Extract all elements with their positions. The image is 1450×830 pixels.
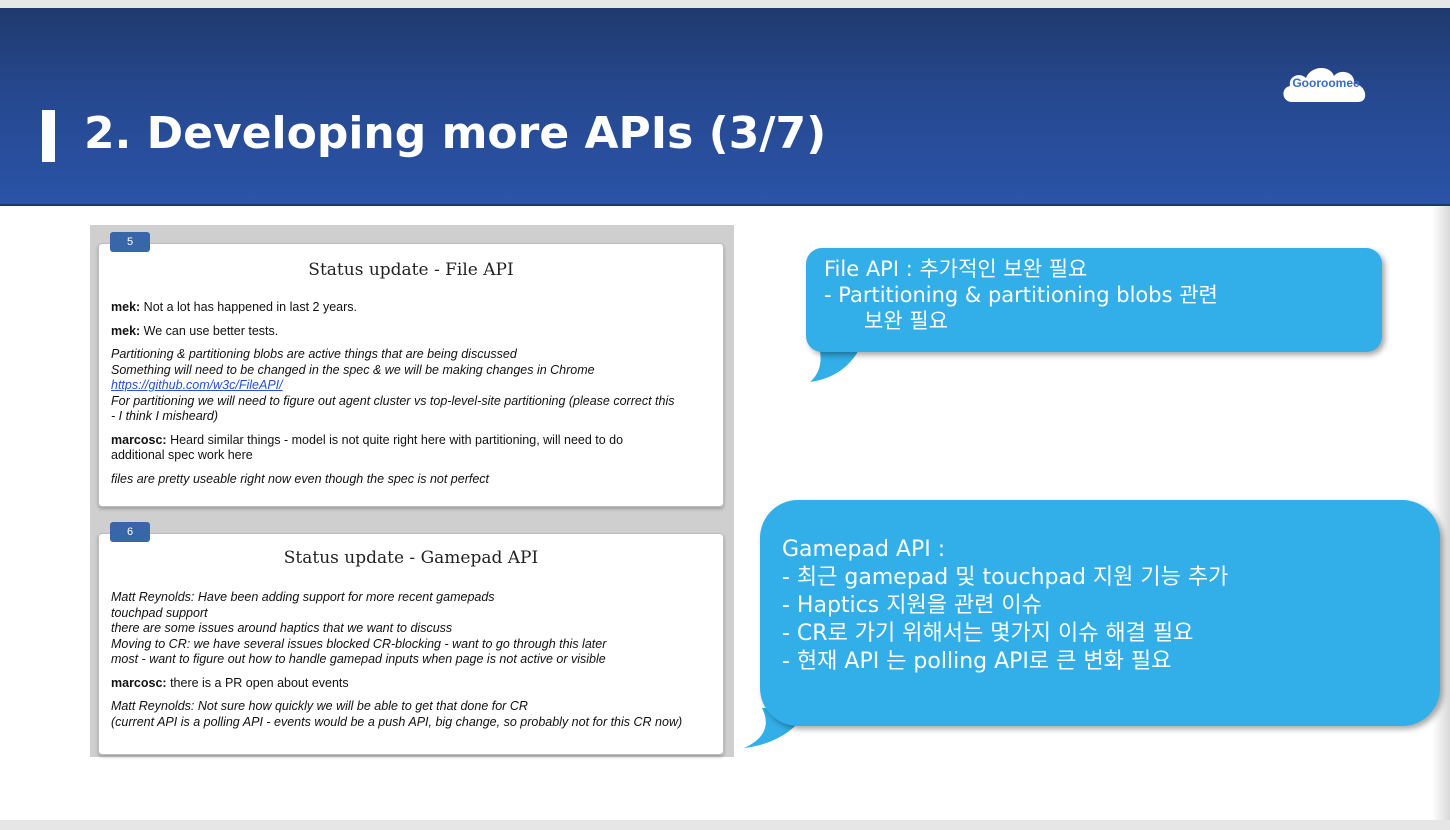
screenshot-panel: Status update - File API mek: Not a lot … [90,225,734,757]
note-block: Matt Reynolds: Have been adding support … [111,590,715,668]
note-text: For partitioning we will need to figure … [111,393,675,408]
card-title: Status update - Gamepad API [283,548,539,568]
speaker-name: marcosc: [111,432,167,447]
note-text: Partitioning & partitioning blobs are ac… [111,347,517,361]
slide-number-badge: 5 [110,232,150,252]
gooroomee-logo: Gooroomee [1278,58,1374,108]
bubble-item: - CR로 가기 위해서는 몇가지 이슈 해결 필요 [782,621,1194,646]
note-text: Not a lot has happened in last 2 years. [140,300,357,314]
note-line: marcosc: Heard similar things - model is… [111,433,715,464]
bubble-heading: Gamepad API : [782,537,946,562]
slide-title: 2. Developing more APIs (3/7) [84,108,827,159]
slide: 2. Developing more APIs (3/7) Gooroomee … [0,8,1450,820]
note-text: Matt Reynolds: Not sure how quickly we w… [111,699,528,713]
bubble-item: - Haptics 지원을 관련 이슈 [782,593,1042,618]
note-line: mek: We can use better tests. [111,324,715,340]
status-card-gamepad-api: Status update - Gamepad API Matt Reynold… [98,533,724,755]
speaker-name: mek: [111,300,141,314]
speech-bubble-file-api: File API : 추가적인 보완 필요 - Partitioning & p… [806,248,1382,352]
note-line: mek: Not a lot has happened in last 2 ye… [111,300,715,316]
bubble-item: - Partitioning & partitioning blobs 관련 [824,283,1218,307]
title-accent-bar [42,110,55,162]
bubble-item: - 최근 gamepad 및 touchpad 지원 기능 추가 [782,565,1229,590]
note-text: Heard similar things - model is not quit… [166,432,624,447]
note-block: Partitioning & partitioning blobs are ac… [111,347,715,425]
speaker-name: mek: [111,323,141,338]
note-text: We can use better tests. [140,323,279,338]
speaker-name: marcosc: [111,675,167,690]
page-edge-shadow [1432,206,1450,820]
note-text: there is a PR open about events [166,675,349,690]
note-text: (current API is a polling API - events w… [111,714,683,729]
card-body: mek: Not a lot has happened in last 2 ye… [111,300,715,495]
card-body: Matt Reynolds: Have been adding support … [111,590,715,738]
logo-text: Gooroomee [1292,76,1360,90]
note-text: there are some issues around haptics tha… [111,621,453,635]
note-text: Something will need to be changed in the… [111,362,595,377]
note-text: Moving to CR: we have several issues blo… [111,636,607,651]
note-text: - I think I misheard) [111,409,218,423]
note-text: files are pretty useable right now even … [111,471,490,486]
bubble-heading: File API : 추가적인 보완 필요 [824,257,1088,281]
note-text: touchpad support [111,605,208,620]
note-text: Matt Reynolds: Have been adding support … [111,590,495,604]
speech-bubble-gamepad-api: Gamepad API : - 최근 gamepad 및 touchpad 지원… [760,500,1440,726]
note-block: Matt Reynolds: Not sure how quickly we w… [111,699,715,730]
note-text: most - want to figure out how to handle … [111,652,606,666]
fileapi-link[interactable]: https://github.com/w3c/FileAPI/ [111,378,283,392]
bubble-item: - 현재 API 는 polling API로 큰 변화 필요 [782,649,1172,674]
bubble-item: 보완 필요 [864,309,948,333]
status-card-file-api: Status update - File API mek: Not a lot … [98,243,724,507]
note-line: marcosc: there is a PR open about events [111,676,715,692]
slide-number-badge: 6 [110,522,150,542]
note-text: additional spec work here [111,448,253,462]
card-title: Status update - File API [308,260,514,280]
slide-header: 2. Developing more APIs (3/7) Gooroomee [0,8,1450,206]
